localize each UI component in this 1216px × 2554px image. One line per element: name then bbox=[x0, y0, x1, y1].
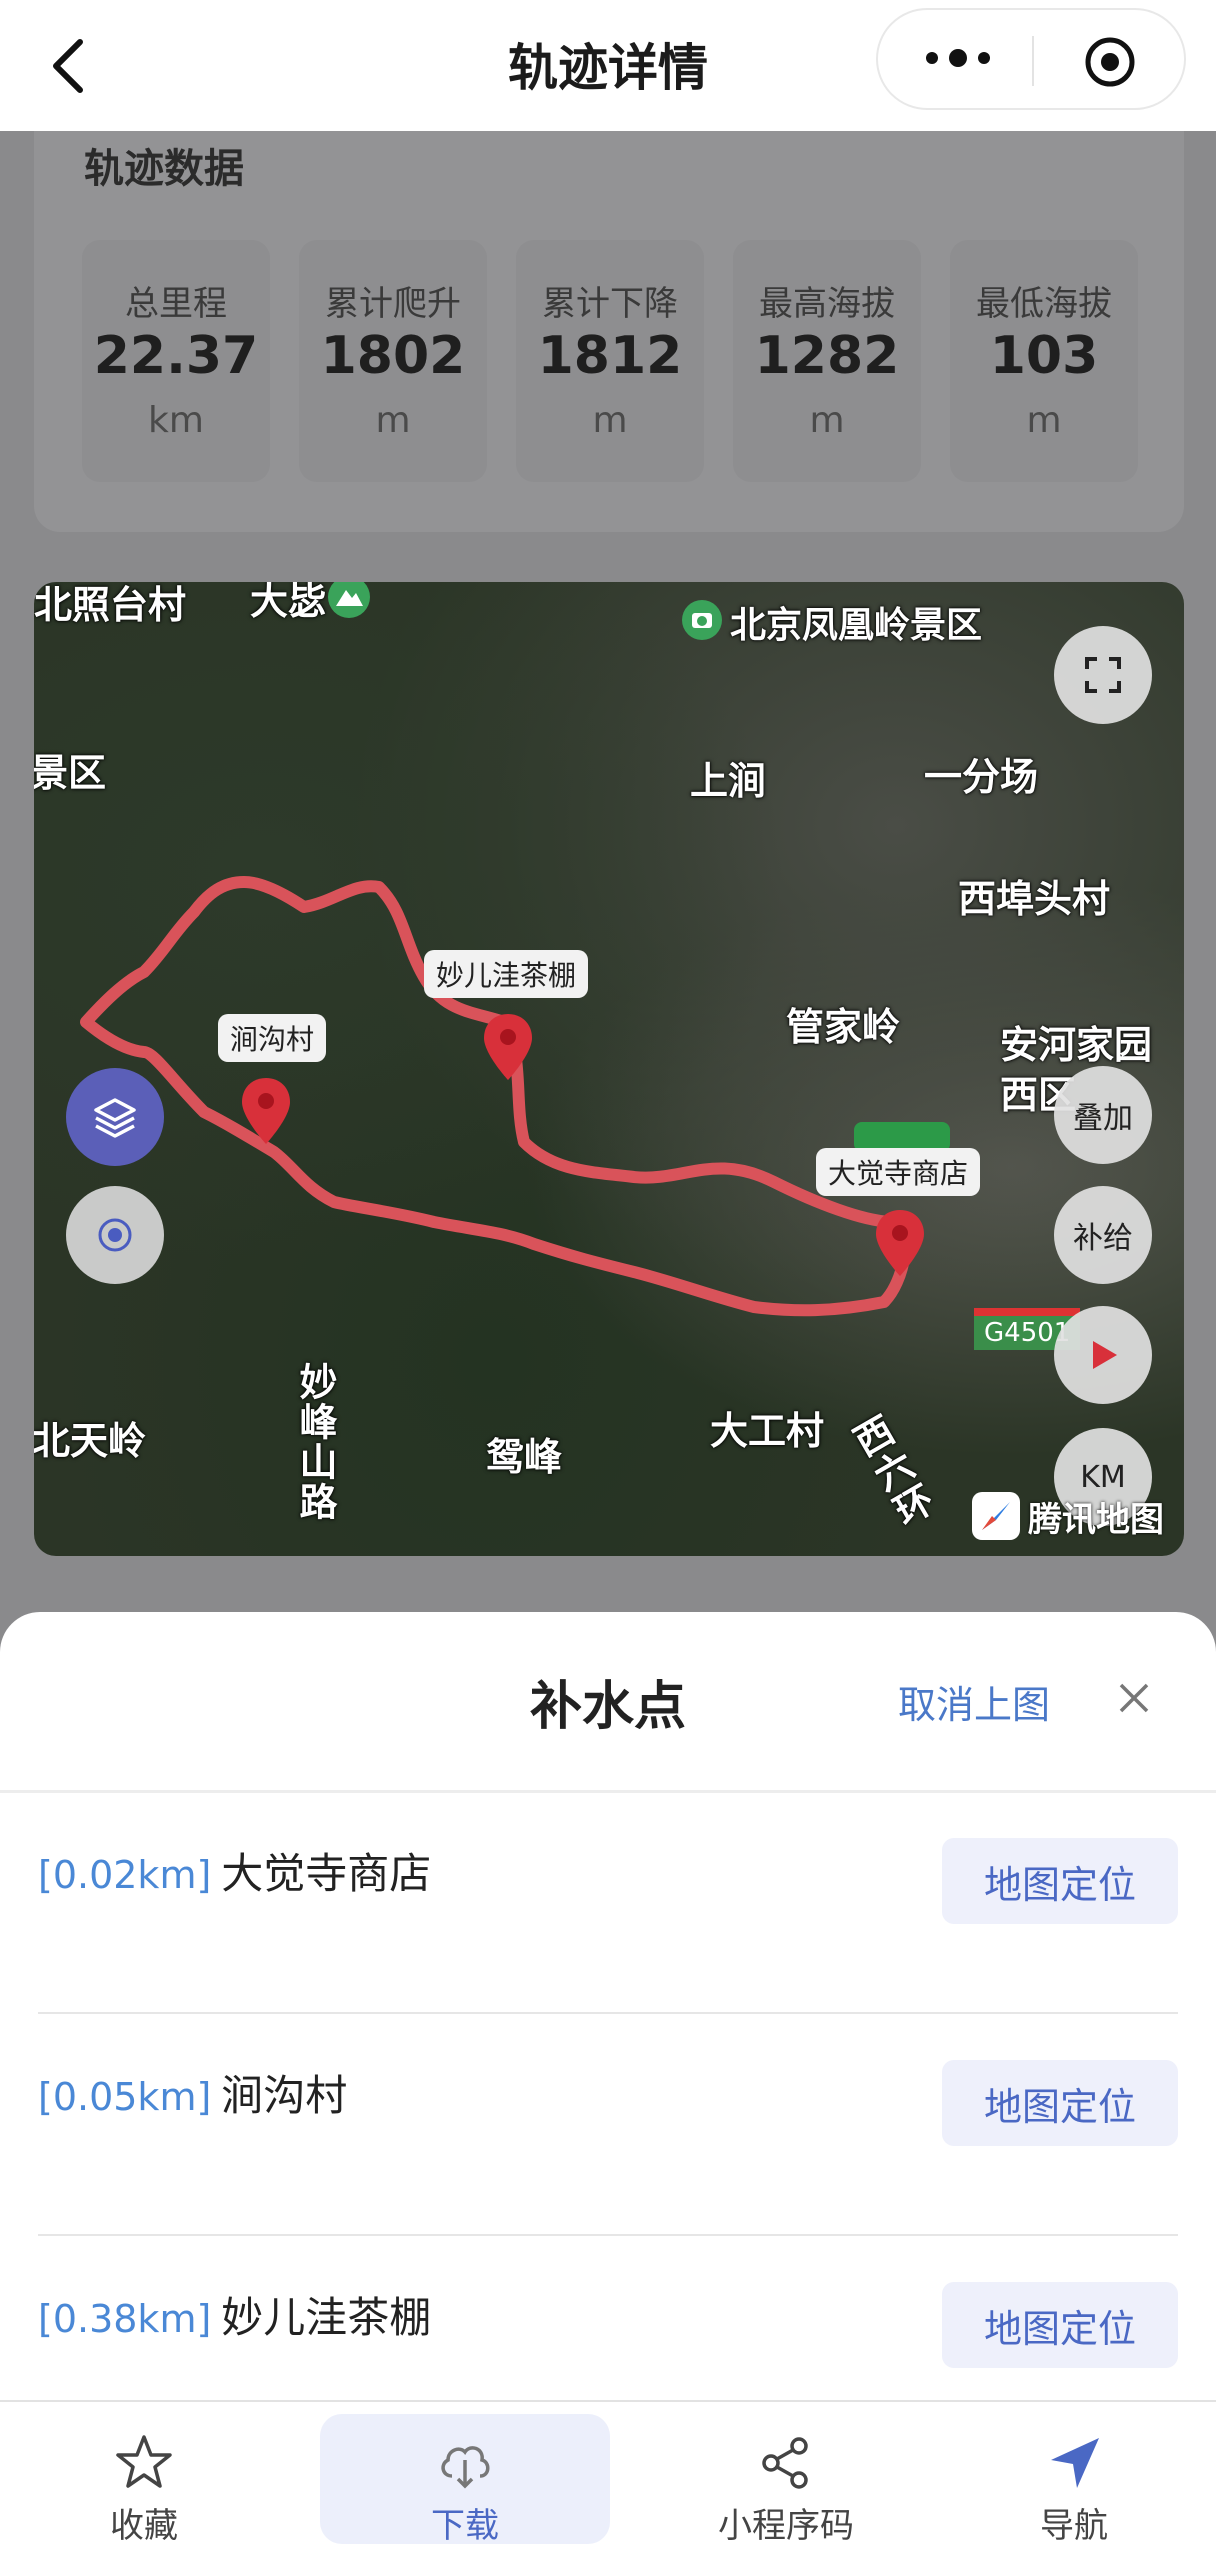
map-label: 北天岭 bbox=[34, 1419, 147, 1463]
close-icon[interactable] bbox=[1116, 1680, 1152, 1716]
mini-program-capsule bbox=[876, 8, 1186, 110]
map-label: 大工村 bbox=[710, 1409, 825, 1453]
navigation-arrow-icon bbox=[1051, 2438, 1099, 2488]
stat-total-descent: 累计下降 1812 m bbox=[516, 240, 704, 482]
stat-total-distance: 总里程 22.37 km bbox=[82, 240, 270, 482]
stat-value: 1802 bbox=[320, 326, 466, 386]
stat-value: 1282 bbox=[754, 326, 900, 386]
map-locate-button[interactable]: 地图定位 bbox=[942, 2060, 1178, 2146]
layers-icon bbox=[94, 1098, 136, 1138]
fullscreen-button[interactable] bbox=[1054, 626, 1152, 724]
map-label: 管家岭 bbox=[786, 1005, 901, 1049]
stats-title: 轨迹数据 bbox=[84, 146, 244, 192]
play-icon bbox=[1093, 1341, 1117, 1369]
list-item-text: [0.02km] 大觉寺商店 bbox=[38, 1840, 431, 1901]
map-locate-button[interactable]: 地图定位 bbox=[942, 1838, 1178, 1924]
locate-me-button[interactable] bbox=[66, 1186, 164, 1284]
overlay-dimmer[interactable] bbox=[0, 1556, 1216, 1616]
map-label: 妙峰山路 bbox=[293, 1362, 337, 1522]
map-pin-icon[interactable] bbox=[240, 1076, 292, 1146]
map-locate-button[interactable]: 地图定位 bbox=[942, 2282, 1178, 2368]
map-pin-icon[interactable] bbox=[874, 1208, 926, 1278]
map-label: 上涧 bbox=[690, 759, 767, 803]
share-icon bbox=[762, 2437, 808, 2489]
tab-download[interactable]: 下载 bbox=[320, 2414, 610, 2546]
water-supply-sheet: 补水点 取消上图 [0.02km] 大觉寺商店 地图定位 [0.05km] 涧沟村 … bbox=[0, 1612, 1216, 2402]
stat-value: 1812 bbox=[537, 326, 683, 386]
locate-icon bbox=[98, 1218, 132, 1252]
map-label: 西埠头村 bbox=[958, 877, 1111, 921]
poi-callout[interactable]: 涧沟村 bbox=[218, 1014, 327, 1062]
list-item-name: 妙儿洼茶棚 bbox=[221, 2293, 432, 2342]
tab-label: 小程序码 bbox=[718, 2506, 854, 2546]
stat-label: 最低海拔 bbox=[976, 284, 1112, 324]
map-label: 一分场 bbox=[924, 755, 1039, 799]
fullscreen-icon bbox=[1085, 657, 1121, 693]
list-item-distance: [0.02km] bbox=[38, 1853, 212, 1897]
list-item-text: [0.38km] 妙儿洼茶棚 bbox=[38, 2284, 431, 2345]
track-map[interactable]: 北照台村 大毖 北京凤凰岭景区 景区 上涧 一分场 西埠头村 管家岭 安河家园 … bbox=[34, 582, 1184, 1556]
map-label: 北照台村 bbox=[34, 583, 187, 627]
tab-favorite[interactable]: 收藏 bbox=[44, 2414, 244, 2546]
scenic-spot-icon bbox=[682, 600, 722, 640]
tab-navigation[interactable]: 导航 bbox=[974, 2414, 1174, 2546]
more-icon[interactable] bbox=[918, 38, 998, 78]
stat-label: 最高海拔 bbox=[759, 284, 895, 324]
stat-unit: km bbox=[148, 400, 204, 441]
stat-value: 103 bbox=[989, 326, 1099, 386]
map-label: 北京凤凰岭景区 bbox=[730, 605, 983, 646]
map-label: 景区 bbox=[34, 751, 107, 795]
list-item-name: 大觉寺商店 bbox=[221, 1849, 432, 1898]
map-label: 大毖 bbox=[250, 582, 327, 623]
poi-callout[interactable]: 妙儿洼茶棚 bbox=[424, 950, 589, 998]
star-icon bbox=[116, 2435, 172, 2488]
capsule-divider bbox=[1032, 36, 1034, 86]
stat-label: 累计爬升 bbox=[325, 284, 461, 324]
stat-unit: m bbox=[375, 400, 411, 441]
map-attribution: 腾讯地图 bbox=[970, 1490, 1164, 1542]
map-pin-icon[interactable] bbox=[482, 1012, 534, 1082]
overlay-button[interactable]: 叠加 bbox=[1054, 1066, 1152, 1164]
stat-unit: m bbox=[592, 400, 628, 441]
stat-max-altitude: 最高海拔 1282 m bbox=[733, 240, 921, 482]
list-item: [0.38km] 妙儿洼茶棚 地图定位 bbox=[38, 2236, 1178, 2402]
list-item: [0.05km] 涧沟村 地图定位 bbox=[38, 2014, 1178, 2236]
list-item-distance: [0.38km] bbox=[38, 2297, 212, 2341]
list-item-name: 涧沟村 bbox=[221, 2071, 348, 2120]
list-item-text: [0.05km] 涧沟村 bbox=[38, 2062, 347, 2123]
map-label: 鸳峰 bbox=[486, 1435, 563, 1479]
tab-label: 导航 bbox=[1040, 2506, 1108, 2546]
stat-min-altitude: 最低海拔 103 m bbox=[950, 240, 1138, 482]
list-item: [0.02km] 大觉寺商店 地图定位 bbox=[38, 1792, 1178, 2014]
tab-label: 收藏 bbox=[110, 2506, 178, 2546]
layers-button[interactable] bbox=[66, 1068, 164, 1166]
tab-qrcode[interactable]: 小程序码 bbox=[686, 2414, 886, 2546]
stat-label: 总里程 bbox=[125, 284, 227, 324]
list-item-distance: [0.05km] bbox=[38, 2075, 212, 2119]
top-bar: 轨迹详情 bbox=[0, 0, 1216, 131]
stat-unit: m bbox=[809, 400, 845, 441]
stat-value: 22.37 bbox=[93, 326, 259, 386]
mountain-icon bbox=[328, 582, 370, 618]
close-miniprogram-icon[interactable] bbox=[1083, 35, 1137, 89]
bottom-tab-bar: 收藏 下载 小程序码 导航 bbox=[0, 2400, 1216, 2554]
tencent-map-logo-icon bbox=[972, 1492, 1020, 1540]
stat-unit: m bbox=[1026, 400, 1062, 441]
poi-callout[interactable]: 大觉寺商店 bbox=[816, 1148, 981, 1196]
tab-label: 下载 bbox=[431, 2506, 499, 2546]
play-track-button[interactable] bbox=[1054, 1306, 1152, 1404]
stat-total-ascent: 累计爬升 1802 m bbox=[299, 240, 487, 482]
cloud-download-icon bbox=[441, 2446, 490, 2489]
stat-label: 累计下降 bbox=[542, 284, 678, 324]
supply-button[interactable]: 补给 bbox=[1054, 1186, 1152, 1284]
cancel-on-map-link[interactable]: 取消上图 bbox=[898, 1674, 1050, 1729]
track-stats-card: 轨迹数据 总里程 22.37 km 累计爬升 1802 m 累计下降 1812 … bbox=[34, 100, 1184, 532]
map-label: 安河家园 bbox=[1000, 1023, 1153, 1067]
attribution-text: 腾讯地图 bbox=[1028, 1499, 1164, 1540]
